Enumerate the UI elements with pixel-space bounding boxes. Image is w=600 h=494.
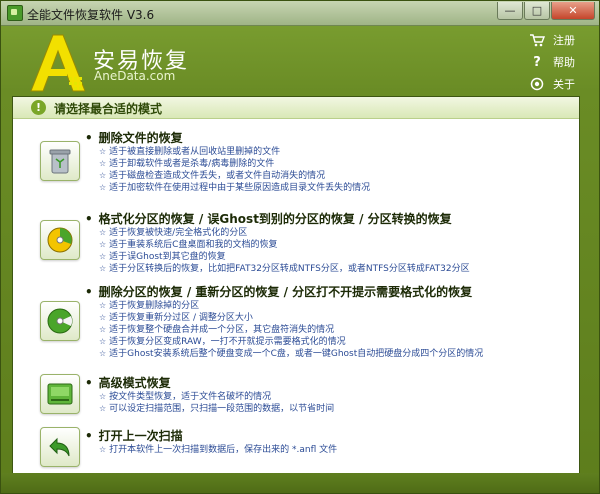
mode-panel: ! 请选择最合适的模式 删除文件的恢复 ☆适于被直接删除或者从回收站里删掉的文件… [12, 96, 580, 474]
list-item: ☆ 打开本软件上一次扫描到数据后，保存出来的 *.anfl 文件 [99, 445, 338, 455]
list-item: ☆ 适于恢复被快速/完全格式化的分区 [99, 228, 248, 238]
recycle-bin-icon [40, 141, 80, 181]
star-icon: ☆ [99, 337, 107, 346]
list-item: ☆ 可以设定扫描范围，只扫描一段范围的数据，以节省时间 [99, 404, 335, 414]
star-icon: ☆ [99, 159, 107, 168]
section-items: ☆ 适于被直接删除或者从回收站里删掉的文件 ☆ 适于卸载软件或者是杀毒/病毒删除的文… [99, 146, 370, 194]
star-icon: ☆ [99, 301, 107, 310]
maximize-button[interactable]: □ [524, 2, 550, 20]
drive-icon [40, 374, 80, 414]
minimize-icon: — [504, 4, 516, 17]
maximize-icon: □ [531, 4, 543, 17]
star-icon: ☆ [99, 252, 107, 261]
title-bar[interactable]: 全能文件恢复软件 V3.6 — □ ✕ [1, 1, 599, 26]
star-icon: ☆ [99, 445, 107, 454]
star-icon: ☆ [99, 392, 107, 401]
section-title: 删除文件的恢复 [85, 129, 183, 146]
section-title: 删除分区的恢复 / 重新分区的恢复 / 分区打不开提示需要格式化的恢复 [85, 283, 472, 300]
window-controls: — □ ✕ [496, 2, 595, 20]
star-icon: ☆ [99, 240, 107, 249]
about-link[interactable]: 关于 [529, 73, 599, 95]
anedata-logo-icon [30, 34, 85, 92]
panel-title: 请选择最合适的模式 [54, 102, 163, 116]
app-icon [7, 5, 23, 21]
about-link-label: 关于 [553, 78, 575, 91]
mode-deleted-partition[interactable]: 删除分区的恢复 / 重新分区的恢复 / 分区打不开提示需要格式化的恢复 ☆适于恢… [13, 283, 579, 359]
section-items: ☆ 按文件类型恢复，适于文件名破坏的情况 ☆ 可以设定扫描范围，只扫描一段范围的数据… [99, 391, 334, 415]
section-items: ☆ 适于恢复被快速/完全格式化的分区 ☆ 适于重装系统后C盘桌面和我的文档的恢复 ☆… [99, 227, 470, 275]
main-window: 全能文件恢复软件 V3.6 — □ ✕ 安易恢复 AneData.com 注册 … [0, 0, 600, 494]
list-item: ☆ 适于加密软件在使用过程中由于某些原因造成目录文件丢失的情况 [99, 183, 371, 193]
window-title: 全能文件恢复软件 V3.6 [27, 8, 155, 22]
question-icon: ? [533, 54, 541, 70]
star-icon: ☆ [99, 349, 107, 358]
brand-domain: AneData.com [94, 69, 176, 83]
section-title: 打开上一次扫描 [85, 427, 183, 444]
section-items: ☆ 打开本软件上一次扫描到数据后，保存出来的 *.anfl 文件 [99, 444, 337, 456]
list-item: ☆ 适于分区转换后的恢复，比如把FAT32分区转成NTFS分区，或者NTFS分区转… [99, 264, 470, 274]
star-icon: ☆ [99, 313, 107, 322]
star-icon: ☆ [99, 264, 107, 273]
partition-icon [40, 301, 80, 341]
mode-open-last-scan[interactable]: 打开上一次扫描 ☆打开本软件上一次扫描到数据后，保存出来的 *.anfl 文件 [13, 427, 579, 467]
panel-header: ! 请选择最合适的模式 [13, 97, 579, 119]
star-icon: ☆ [99, 183, 107, 192]
bottom-strip [1, 473, 599, 493]
star-icon: ☆ [99, 171, 107, 180]
star-icon: ☆ [99, 325, 107, 334]
register-link-label: 注册 [553, 34, 575, 47]
minimize-button[interactable]: — [497, 2, 523, 20]
info-circle-icon [529, 76, 545, 92]
list-item: ☆ 适于恢复删除掉的分区 [99, 301, 200, 311]
section-items: ☆ 适于恢复删除掉的分区 ☆ 适于恢复重新分过区 / 调整分区大小 ☆ 适于恢复整个硬… [99, 300, 483, 360]
close-icon: ✕ [568, 4, 578, 17]
list-item: ☆ 适于恢复分区变成RAW，一打不开就提示需要格式化的情况 [99, 337, 346, 347]
list-item: ☆ 适于恢复整个硬盘合并成一个分区，其它盘符消失的情况 [99, 325, 335, 335]
register-link[interactable]: 注册 [529, 29, 599, 51]
star-icon: ☆ [99, 228, 107, 237]
disk-format-icon [40, 220, 80, 260]
star-icon: ☆ [99, 404, 107, 413]
list-item: ☆ 按文件类型恢复，适于文件名破坏的情况 [99, 392, 272, 402]
list-item: ☆ 适于Ghost安装系统后整个硬盘变成一个C盘，或者一键Ghost自动把硬盘分成… [99, 349, 484, 359]
list-item: ☆ 适于磁盘检查造成文件丢失，或者文件自动消失的情况 [99, 171, 326, 181]
exclamation-icon: ! [31, 100, 46, 115]
mode-deleted-files[interactable]: 删除文件的恢复 ☆适于被直接删除或者从回收站里删掉的文件 ☆适于卸载软件或者是杀… [13, 129, 579, 193]
back-arrow-icon [40, 427, 80, 467]
section-title: 格式化分区的恢复 / 误Ghost到别的分区的恢复 / 分区转换的恢复 [85, 210, 452, 227]
help-link[interactable]: ? 帮助 [529, 51, 599, 73]
list-item: ☆ 适于恢复重新分过区 / 调整分区大小 [99, 313, 253, 323]
top-links: 注册 ? 帮助 关于 [529, 29, 599, 95]
cart-icon [529, 32, 545, 48]
mode-advanced[interactable]: 高级模式恢复 ☆按文件类型恢复，适于文件名破坏的情况 ☆可以设定扫描范围，只扫描… [13, 374, 579, 418]
list-item: ☆ 适于误Ghost到其它盘的恢复 [99, 252, 226, 262]
mode-formatted-partition[interactable]: 格式化分区的恢复 / 误Ghost到别的分区的恢复 / 分区转换的恢复 ☆适于恢… [13, 210, 579, 274]
help-link-label: 帮助 [553, 56, 575, 69]
list-item: ☆ 适于重装系统后C盘桌面和我的文档的恢复 [99, 240, 278, 250]
close-button[interactable]: ✕ [551, 2, 595, 20]
section-title: 高级模式恢复 [85, 374, 171, 391]
list-item: ☆ 适于被直接删除或者从回收站里删掉的文件 [99, 147, 281, 157]
list-item: ☆ 适于卸载软件或者是杀毒/病毒删除的文件 [99, 159, 275, 169]
star-icon: ☆ [99, 147, 107, 156]
